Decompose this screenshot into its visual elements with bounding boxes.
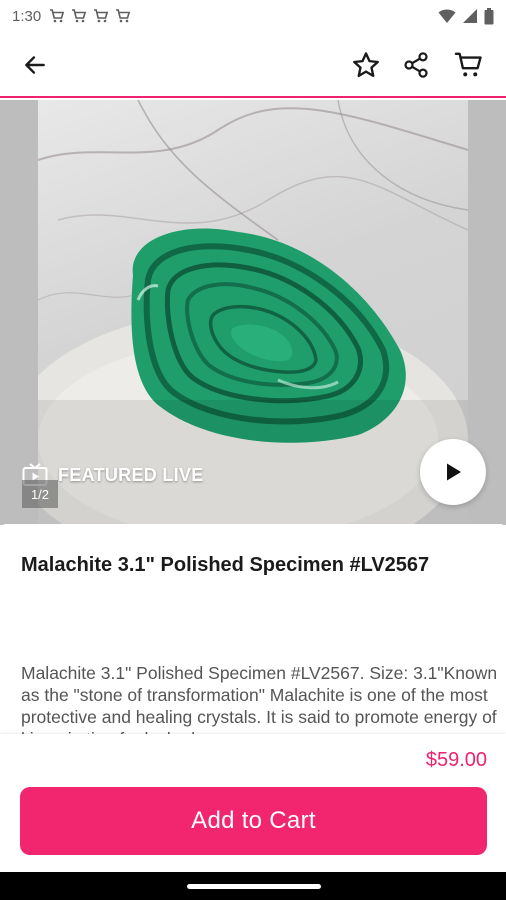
product-photo xyxy=(38,100,468,525)
back-arrow-icon xyxy=(25,56,45,74)
product-price: $59.00 xyxy=(425,749,487,771)
status-time: 1:30 xyxy=(12,7,42,25)
battery-icon xyxy=(484,7,494,24)
page-indicator: 1/2 xyxy=(22,480,58,508)
carousel-edge xyxy=(0,100,38,525)
product-details-sheet: Malachite 3.1" Polished Specimen #LV2567… xyxy=(0,524,506,734)
product-title: Malachite 3.1" Polished Specimen #LV2567 xyxy=(21,554,430,576)
cart-notification-icon xyxy=(116,9,131,23)
cart-notification-icon xyxy=(94,9,109,23)
product-image-carousel[interactable]: FEATURED LIVE 1/2 xyxy=(0,100,506,525)
notification-icons xyxy=(49,8,131,24)
featured-live-label: FEATURED LIVE xyxy=(58,464,204,485)
play-video-button[interactable] xyxy=(420,439,486,505)
cart-notification-icon xyxy=(50,9,65,23)
wifi-icon xyxy=(438,9,456,23)
app-bar xyxy=(0,32,506,98)
product-description: Malachite 3.1" Polished Specimen #LV2567… xyxy=(21,663,498,734)
share-icon xyxy=(404,52,428,78)
system-nav-bar xyxy=(0,872,506,900)
back-button[interactable] xyxy=(11,41,59,89)
star-icon xyxy=(353,52,379,78)
cart-notification-icon xyxy=(72,9,87,23)
add-to-cart-button[interactable]: Add to Cart xyxy=(20,787,487,855)
home-gesture-handle[interactable] xyxy=(187,884,321,889)
status-right-icons xyxy=(438,7,494,25)
malachite-image xyxy=(38,100,468,525)
cart-button[interactable] xyxy=(445,41,493,89)
purchase-bar: $59.00 Add to Cart xyxy=(0,734,506,872)
play-icon xyxy=(447,463,461,481)
cart-icon xyxy=(454,52,482,77)
share-button[interactable] xyxy=(392,41,440,89)
signal-icon xyxy=(463,9,477,23)
favorite-button[interactable] xyxy=(342,41,390,89)
status-bar: 1:30 xyxy=(0,0,506,32)
